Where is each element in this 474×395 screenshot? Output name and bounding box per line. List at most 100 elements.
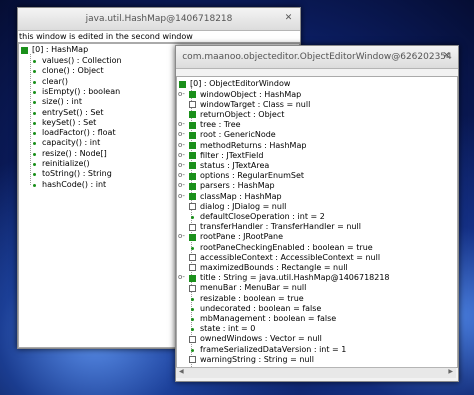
object-node-icon xyxy=(189,182,196,190)
field-label: windowObject : HashMap xyxy=(200,89,302,99)
tree-root-label: [0] : ObjectEditorWindow xyxy=(190,79,291,88)
field-label: status : JTextArea xyxy=(200,160,270,170)
field-label: state : int = 0 xyxy=(200,324,256,334)
expand-handle-icon[interactable]: o- xyxy=(178,171,185,179)
method-label: reinitialize() xyxy=(42,159,90,168)
method-label: hashCode() : int xyxy=(42,179,107,189)
primitive-dot-icon xyxy=(191,317,194,321)
object-node-icon xyxy=(179,81,186,88)
method-label: values() : Collection xyxy=(42,56,122,65)
object-node-icon xyxy=(189,172,196,180)
method-label: isEmpty() : boolean xyxy=(42,86,121,96)
method-label: entrySet() : Set xyxy=(42,107,104,117)
object-node-icon xyxy=(189,274,196,282)
method-dot-icon xyxy=(33,90,36,94)
close-icon[interactable]: ✕ xyxy=(282,12,295,25)
field-label: returnObject : Object xyxy=(200,109,285,119)
primitive-dot-icon xyxy=(191,246,194,250)
object-editor-window: com.maanoo.objecteditor.ObjectEditorWind… xyxy=(175,45,459,382)
field-label: menuBar : MenuBar = null xyxy=(200,283,307,293)
object-editor-titlebar[interactable]: com.maanoo.objecteditor.ObjectEditorWind… xyxy=(176,46,458,69)
field-label: classMap : HashMap xyxy=(200,191,282,201)
method-label: size() : int xyxy=(42,97,82,107)
expand-handle-icon[interactable]: o- xyxy=(178,151,185,159)
expand-handle-icon[interactable]: o- xyxy=(178,161,185,169)
field-label: resizable : boolean = true xyxy=(200,293,304,303)
field-label: accessibleContext : AccessibleContext = … xyxy=(200,252,381,262)
field-label: parsers : HashMap xyxy=(200,181,275,191)
field-label: dialog : JDialog = null xyxy=(200,201,287,211)
expand-handle-icon[interactable]: o- xyxy=(178,192,185,200)
method-dot-icon xyxy=(33,101,36,105)
field-label: defaultCloseOperation : int = 2 xyxy=(200,211,325,221)
expand-handle-icon[interactable]: o- xyxy=(178,130,185,138)
method-label: clone() : Object xyxy=(42,66,104,76)
window-caption: this window is edited in the second wind… xyxy=(18,31,300,43)
object-editor-title: com.maanoo.objecteditor.ObjectEditorWind… xyxy=(182,52,452,62)
field-label: filter : JTextField xyxy=(200,150,264,160)
primitive-dot-icon xyxy=(191,215,194,219)
expand-handle-icon[interactable]: o- xyxy=(178,141,185,149)
field-label: ownedWindows : Vector = null xyxy=(200,334,322,344)
method-label: loadFactor() : float xyxy=(42,128,116,138)
object-node-icon xyxy=(189,121,196,129)
hashmap-window-title: java.util.HashMap@1406718218 xyxy=(85,14,233,24)
scroll-left-icon[interactable]: ◀ xyxy=(179,368,184,375)
field-label: title : String = java.util.HashMap@14067… xyxy=(200,273,390,283)
field-label: mbManagement : boolean = false xyxy=(200,313,337,323)
tree-root-label: [0] : HashMap xyxy=(32,45,89,54)
method-dot-icon xyxy=(33,132,36,136)
expand-handle-icon[interactable]: o- xyxy=(178,120,185,128)
method-dot-icon xyxy=(33,173,36,177)
null-node-icon xyxy=(189,284,196,292)
field-label: methodReturns : HashMap xyxy=(200,140,307,150)
field-label: warningString : String = null xyxy=(200,354,314,364)
hashmap-window-titlebar[interactable]: java.util.HashMap@1406718218 ✕ xyxy=(18,8,300,31)
null-node-icon xyxy=(189,356,196,364)
field-label: rootPaneCheckingEnabled : boolean = true xyxy=(200,242,373,252)
field-label: tree : Tree xyxy=(200,120,241,130)
method-dot-icon xyxy=(33,142,36,146)
null-node-icon xyxy=(189,264,196,272)
method-label: resize() : Node[] xyxy=(42,148,107,158)
method-dot-icon xyxy=(33,60,36,63)
horizontal-scrollbar[interactable]: ◀ ▶ xyxy=(176,367,456,378)
object-node-icon xyxy=(189,91,196,98)
object-node-icon xyxy=(189,162,196,170)
object-node-icon xyxy=(189,142,196,149)
field-label: windowTarget : Class = null xyxy=(200,99,311,109)
field-label: undecorated : boolean = false xyxy=(200,303,322,313)
null-node-icon xyxy=(189,203,196,211)
primitive-dot-icon xyxy=(191,348,194,352)
method-label: capacity() : int xyxy=(42,138,101,148)
expand-handle-icon[interactable]: o- xyxy=(178,273,185,281)
null-node-icon xyxy=(189,254,196,262)
object-node-icon xyxy=(189,111,196,119)
object-node-icon xyxy=(189,131,196,139)
method-dot-icon xyxy=(33,111,36,115)
scroll-right-icon[interactable]: ▶ xyxy=(448,368,453,375)
primitive-dot-icon xyxy=(191,297,194,301)
object-node-icon xyxy=(21,47,28,54)
null-node-icon xyxy=(189,223,196,231)
method-label: clear() xyxy=(42,76,68,86)
method-label: keySet() : Set xyxy=(42,117,97,127)
field-label: frameSerializedDataVersion : int = 1 xyxy=(200,344,347,354)
null-node-icon xyxy=(189,335,196,343)
primitive-dot-icon xyxy=(191,307,194,311)
expand-handle-icon[interactable]: o- xyxy=(178,181,185,189)
field-label: transferHandler : TransferHandler = null xyxy=(200,222,361,232)
field-label: rootPane : JRootPane xyxy=(200,232,284,242)
method-label: toString() : String xyxy=(42,169,112,179)
object-node-icon xyxy=(189,193,196,200)
close-icon[interactable]: ✕ xyxy=(440,50,453,63)
method-dot-icon xyxy=(33,121,36,125)
field-label: maximizedBounds : Rectangle = null xyxy=(200,262,348,272)
expand-handle-icon[interactable]: o- xyxy=(178,232,185,240)
tree-guide-line xyxy=(30,54,31,185)
method-dot-icon xyxy=(33,163,36,166)
object-editor-tree[interactable]: [0] : ObjectEditorWindow o-windowObject … xyxy=(176,76,458,368)
method-dot-icon xyxy=(33,70,36,74)
expand-handle-icon[interactable]: o- xyxy=(178,90,185,98)
object-node-icon xyxy=(189,233,196,241)
